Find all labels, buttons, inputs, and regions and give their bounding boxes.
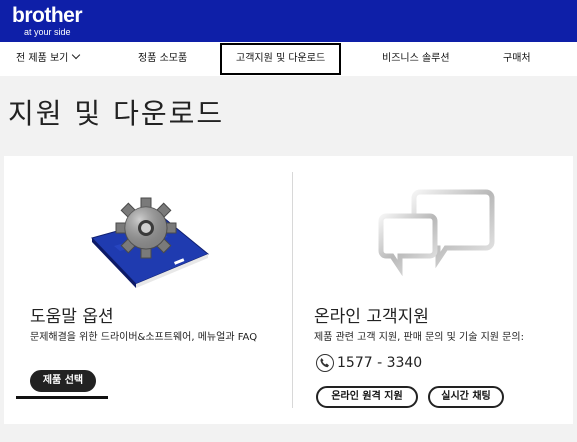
active-underline: [16, 396, 108, 399]
nav-item-supplies[interactable]: 정품 소모품: [138, 42, 187, 76]
support-panels: 도움말 옵션 문제해결을 위한 드라이버&소프트웨어, 메뉴얼과 FAQ 제품 …: [0, 156, 577, 442]
select-product-button[interactable]: 제품 선택: [30, 370, 96, 392]
nav-item-business-solutions[interactable]: 비즈니스 솔루션: [382, 42, 450, 76]
live-chat-button[interactable]: 실시간 채팅: [428, 386, 504, 408]
remote-support-button[interactable]: 온라인 원격 지원: [316, 386, 418, 408]
column-divider: [292, 172, 293, 408]
top-bar: brother at your side: [0, 0, 577, 42]
nav-item-label: 비즈니스 솔루션: [382, 53, 450, 64]
brand-logo[interactable]: brother at your side: [12, 4, 83, 38]
support-card: 도움말 옵션 문제해결을 위한 드라이버&소프트웨어, 메뉴얼과 FAQ 제품 …: [4, 156, 573, 424]
page-title: 지원 및 다운로드: [8, 97, 225, 130]
nav-item-all-products[interactable]: 전 제품 보기: [16, 42, 81, 76]
nav-item-support-downloads[interactable]: 고객지원 및 다운로드: [220, 43, 342, 75]
help-options-title: 도움말 옵션: [30, 307, 114, 327]
nav-item-label: 고객지원 및 다운로드: [236, 53, 326, 64]
phone-number[interactable]: 1577 - 3340: [316, 354, 422, 372]
chat-bubbles-icon: [378, 189, 495, 276]
online-support-title: 온라인 고객지원: [314, 307, 429, 327]
brand-tagline: at your side: [24, 27, 71, 37]
nav-item-label: 구매처: [503, 53, 531, 64]
nav-item-label: 전 제품 보기: [16, 53, 69, 64]
help-options-description: 문제해결을 위한 드라이버&소프트웨어, 메뉴얼과 FAQ: [30, 332, 258, 343]
chevron-down-icon: [72, 50, 81, 60]
brand-name: brother: [12, 4, 83, 27]
main-nav: 전 제품 보기 정품 소모품 고객지원 및 다운로드 비즈니스 솔루션 구매처: [0, 42, 577, 76]
online-support-description: 제품 관련 고객 지원, 판매 문의 및 기술 지원 문의:: [314, 332, 524, 343]
nav-item-where-to-buy[interactable]: 구매처: [503, 42, 531, 76]
page-header: 지원 및 다운로드: [0, 76, 577, 156]
phone-icon: [316, 354, 334, 372]
nav-item-label: 정품 소모품: [138, 53, 188, 64]
phone-number-text: 1577 - 3340: [337, 355, 423, 371]
gear-book-icon: [91, 197, 209, 288]
